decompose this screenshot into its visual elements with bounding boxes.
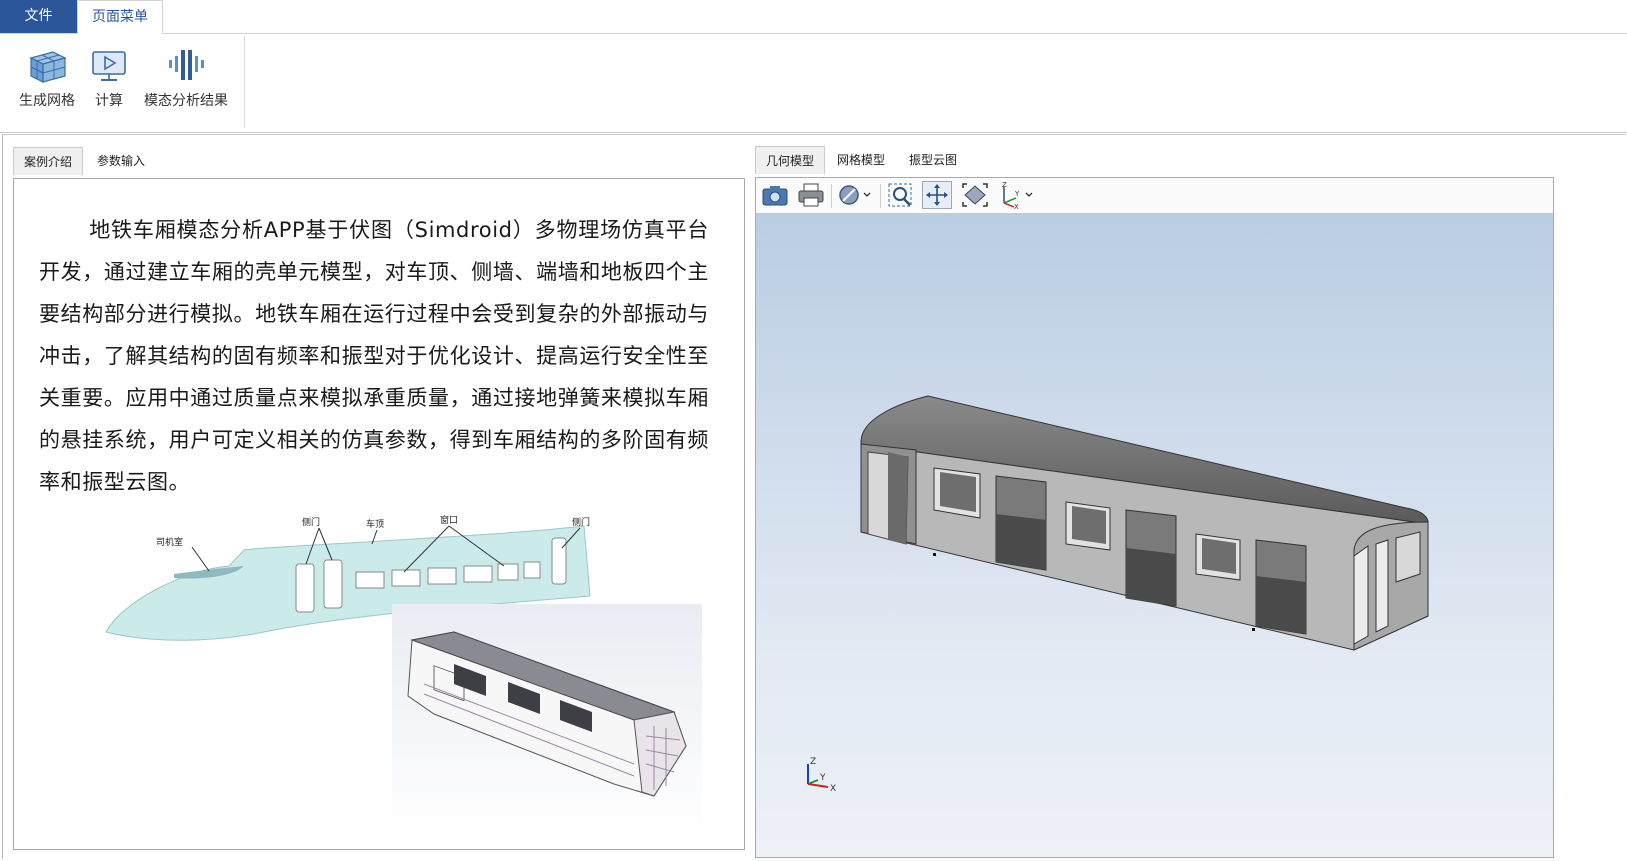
display-mode-icon[interactable] [836, 181, 878, 209]
toolbar-separator [831, 184, 832, 208]
monitor-play-icon [90, 44, 128, 86]
tab-mesh-model[interactable]: 网格模型 [827, 146, 897, 174]
label-window: 窗口 [440, 514, 458, 526]
compute-button[interactable]: 计算 [90, 44, 128, 110]
camera-icon[interactable] [760, 181, 790, 209]
toolbar-separator [880, 184, 881, 208]
print-icon[interactable] [796, 181, 826, 209]
train-illustration: 司机室 侧门 车顶 窗口 侧门 [105, 514, 702, 836]
triad-z-label: Z [810, 757, 816, 767]
menu-file[interactable]: 文件 [0, 0, 77, 33]
label-side-door-1: 侧门 [302, 516, 320, 528]
label-roof: 车顶 [366, 518, 384, 530]
vibration-bars-icon [164, 44, 208, 86]
svg-text:Y: Y [1014, 190, 1020, 198]
tab-param-input[interactable]: 参数输入 [87, 147, 163, 175]
menu-bar: 文件 页面菜单 [0, 0, 1627, 34]
intro-paragraph-block: 地铁车厢模态分析APP基于伏图（Simdroid）多物理场仿真平台开发，通过建立… [39, 209, 709, 503]
pan-icon[interactable] [922, 181, 952, 209]
case-intro-panel: 地铁车厢模态分析APP基于伏图（Simdroid）多物理场仿真平台开发，通过建立… [13, 178, 745, 850]
mesh-cube-icon [25, 44, 69, 86]
viewer-panel: ZYX Z Y X [755, 177, 1554, 858]
modal-results-label: 模态分析结果 [144, 93, 228, 109]
tab-mode-shape[interactable]: 振型云图 [899, 146, 969, 174]
generate-mesh-label: 生成网格 [19, 93, 75, 109]
right-tab-bar: 几何模型 网格模型 振型云图 [755, 146, 1055, 174]
left-tab-bar: 案例介绍 参数输入 [13, 147, 313, 175]
generate-mesh-button[interactable]: 生成网格 [16, 44, 78, 110]
triad-y-label: Y [819, 773, 826, 783]
coordinate-triad: Z Y X [807, 757, 836, 794]
viewer-toolbar: ZYX [756, 178, 1553, 214]
tab-case-intro[interactable]: 案例介绍 [13, 147, 83, 175]
3d-viewport[interactable]: Z Y X [756, 214, 1553, 857]
carriage-geometry-model: Z Y X [807, 395, 1429, 794]
zoom-box-icon[interactable] [886, 181, 916, 209]
modal-results-button[interactable]: 模态分析结果 [140, 44, 232, 110]
label-cab: 司机室 [156, 536, 183, 548]
axis-orient-icon[interactable]: ZYX [996, 181, 1038, 211]
triad-x-label: X [830, 784, 836, 794]
svg-text:Z: Z [1002, 181, 1007, 189]
svg-text:X: X [1014, 203, 1019, 209]
ribbon: 生成网格 计算 模态分析结果 [0, 34, 1627, 133]
ribbon-separator [244, 36, 245, 128]
label-side-door-2: 侧门 [572, 516, 590, 528]
fit-view-icon[interactable] [960, 181, 990, 209]
menu-page[interactable]: 页面菜单 [77, 0, 163, 34]
tab-geometry-model[interactable]: 几何模型 [755, 146, 825, 174]
compute-label: 计算 [95, 93, 123, 109]
intro-paragraph: 地铁车厢模态分析APP基于伏图（Simdroid）多物理场仿真平台开发，通过建立… [39, 218, 709, 494]
